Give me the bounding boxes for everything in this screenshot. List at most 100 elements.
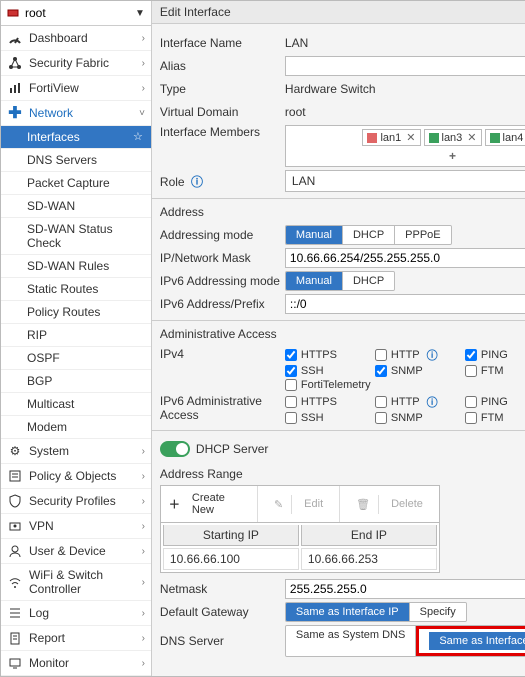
nav-security-fabric[interactable]: Security Fabric › [1,51,151,76]
cb-ping[interactable]: PING [465,347,525,363]
cb-ftm[interactable]: FTM [465,365,525,377]
role-select[interactable]: LAN ▼ [285,170,525,192]
nav-label: Network [29,106,139,120]
nav-policy-routes[interactable]: Policy Routes [1,301,151,324]
dns-server-group[interactable]: Same as System DNS Same as Interface IP … [285,625,525,657]
user-icon [7,543,23,559]
vdom-icon [7,6,21,20]
nav-network[interactable]: ✚ Network ˅ [1,101,151,126]
table-row[interactable]: 10.66.66.100 10.66.66.253 [163,548,437,570]
ipv6-mode-group[interactable]: Manual DHCP [285,271,395,291]
interface-name-label: Interface Name [160,36,285,50]
default-gateway-group[interactable]: Same as Interface IP Specify [285,602,467,622]
interface-name-value: LAN [285,36,525,50]
dhcp-server-toggle[interactable]: DHCP Server [160,441,268,457]
ip-mask-input[interactable] [285,248,525,268]
edit-button[interactable]: ✎Edit [258,486,340,522]
delete-button[interactable]: 🗑Delete [340,486,439,522]
nav-fortiview[interactable]: FortiView › [1,76,151,101]
cb6-snmp[interactable]: SNMP [375,412,455,424]
ipv6-mode-label: IPv6 Addressing mode [160,274,285,288]
dns-same-system[interactable]: Same as System DNS [286,626,416,656]
remove-icon[interactable]: ✕ [406,131,415,144]
nav-sdwan[interactable]: SD-WAN [1,195,151,218]
range-th-start[interactable]: Starting IP [163,525,299,546]
v6-manual[interactable]: Manual [286,272,343,290]
nav-dashboard[interactable]: Dashboard › [1,26,151,51]
nav-sub-label: RIP [27,328,47,342]
nav-user-device[interactable]: User & Device › [1,539,151,564]
nav-bgp[interactable]: BGP [1,370,151,393]
nav-log[interactable]: Log › [1,601,151,626]
dns-same-interface[interactable]: Same as Interface IP [429,632,525,650]
mode-pppoe[interactable]: PPPoE [395,226,450,244]
nav-ospf[interactable]: OSPF [1,347,151,370]
info-icon[interactable]: ⓘ [427,394,438,410]
remove-icon[interactable]: ✕ [467,131,476,144]
member-tag-lan4[interactable]: lan4✕ [485,129,525,146]
gauge-icon [7,30,23,46]
address-section-title: Address [160,205,525,219]
cb-ssh[interactable]: SSH [285,365,365,377]
ipv6-addr-input[interactable] [285,294,525,314]
nav-vpn[interactable]: VPN › [1,514,151,539]
nav-report[interactable]: Report › [1,626,151,651]
cb6-https[interactable]: HTTPS [285,394,365,410]
nav-wifi-switch[interactable]: WiFi & Switch Controller › [1,564,151,601]
vdom-input[interactable] [25,4,135,22]
v6-dhcp[interactable]: DHCP [343,272,394,290]
cb-https[interactable]: HTTPS [285,347,365,363]
netmask-input[interactable] [285,579,525,599]
create-new-button[interactable]: ＋Create New [161,486,258,522]
member-tag-lan1[interactable]: lan1 ✕ [362,129,420,146]
interface-members[interactable]: lan1 ✕ lan3 ✕ lan4✕ + [285,125,525,167]
addressing-mode-label: Addressing mode [160,228,285,242]
alias-input[interactable] [285,56,525,76]
nav-interfaces[interactable]: Interfaces [1,126,151,149]
nav-rip[interactable]: RIP [1,324,151,347]
nav-monitor[interactable]: Monitor › [1,651,151,676]
nav-label: Monitor [29,656,142,670]
gw-specify[interactable]: Specify [410,603,466,621]
gear-icon: ⚙ [7,443,23,459]
nav-label: VPN [29,519,142,533]
chevron-right-icon: › [142,496,145,507]
nav-policy-objects[interactable]: Policy & Objects › [1,464,151,489]
default-gateway-label: Default Gateway [160,605,285,619]
dhcp-toggle-label: DHCP Server [196,442,268,456]
cb6-http[interactable]: HTTPⓘ [375,394,455,410]
mode-manual[interactable]: Manual [286,226,343,244]
nav-sdwan-rules[interactable]: SD-WAN Rules [1,255,151,278]
member-tag-lan3[interactable]: lan3 ✕ [424,129,482,146]
cb6-ping[interactable]: PING [465,394,525,410]
nav-multicast[interactable]: Multicast [1,393,151,416]
dns-server-label: DNS Server [160,634,285,648]
cb6-ftm[interactable]: FTM [465,412,525,424]
cb-snmp[interactable]: SNMP [375,365,455,377]
info-icon[interactable]: ⓘ [427,347,438,363]
wifi-icon [7,574,23,590]
cb-http[interactable]: HTTPⓘ [375,347,455,363]
mode-dhcp[interactable]: DHCP [343,226,395,244]
nav-static-routes[interactable]: Static Routes [1,278,151,301]
info-icon[interactable]: ⓘ [191,175,203,189]
vpn-icon [7,518,23,534]
nav-system[interactable]: ⚙ System › [1,439,151,464]
member-tag-label: lan3 [442,132,463,144]
nav-dns-servers[interactable]: DNS Servers [1,149,151,172]
chevron-down-icon: ˅ [139,108,145,119]
member-tag-label: lan1 [380,132,401,144]
nav-security-profiles[interactable]: Security Profiles › [1,489,151,514]
nav-modem[interactable]: Modem [1,416,151,439]
gw-same-interface[interactable]: Same as Interface IP [286,603,410,621]
nav-sdwan-status[interactable]: SD-WAN Status Check [1,218,151,255]
nav-packet-capture[interactable]: Packet Capture [1,172,151,195]
vdom-selector[interactable]: ▼ [1,1,151,26]
report-icon [7,630,23,646]
cb-fortitelemetry[interactable]: FortiTelemetry [285,379,455,391]
range-th-end[interactable]: End IP [301,525,437,546]
nav-sub-label: Policy Routes [27,305,100,319]
cb6-ssh[interactable]: SSH [285,412,365,424]
add-member-button[interactable]: + [445,149,460,163]
addressing-mode-group[interactable]: Manual DHCP PPPoE [285,225,452,245]
